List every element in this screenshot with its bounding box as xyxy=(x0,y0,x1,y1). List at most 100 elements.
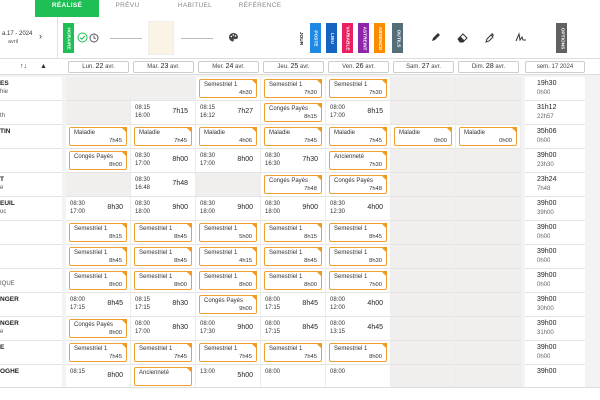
clock-icon[interactable] xyxy=(89,33,99,45)
absence-box[interactable]: Semestriel 1 7h45 xyxy=(264,343,322,362)
day-header[interactable]: Mar. 23 avr. xyxy=(133,61,194,73)
absence-box[interactable]: Maladie 7h45 xyxy=(264,127,322,146)
day-cell[interactable]: Semestriel 1 8h45 xyxy=(326,221,391,245)
day-cell[interactable]: Semestriel 1 8h30 xyxy=(326,245,391,269)
absence-box[interactable]: Semestriel 1 8h00 xyxy=(134,271,192,290)
absence-box[interactable]: Congés Payés 7h48 xyxy=(264,175,322,194)
day-cell[interactable]: Semestriel 1 4h30 xyxy=(196,77,261,101)
absence-box[interactable]: Congés Payés 8h15 xyxy=(264,103,322,122)
day-header[interactable]: Lun. 22 avr. xyxy=(68,61,129,73)
absence-box[interactable]: Congés Payés 7h48 xyxy=(329,175,387,194)
day-cell[interactable] xyxy=(456,197,521,221)
day-cell[interactable]: 08:00 17:15 8h45 xyxy=(261,293,326,317)
absence-box[interactable]: Ancienneté xyxy=(134,367,192,386)
absence-box[interactable]: Semestriel 1 8h45 xyxy=(134,223,192,242)
tab-habituel[interactable]: HABITUEL xyxy=(165,0,225,17)
options-button[interactable]: OPTIONS xyxy=(556,23,567,53)
day-cell[interactable]: Congés Payés 9h00 xyxy=(196,293,261,317)
day-cell[interactable] xyxy=(456,221,521,245)
day-cell[interactable]: Semestriel 1 8h45 xyxy=(66,245,131,269)
day-cell[interactable] xyxy=(66,77,131,101)
warning-icon[interactable]: ▲ xyxy=(40,63,47,70)
day-cell[interactable]: Semestriel 1 8h15 xyxy=(261,221,326,245)
absence-button[interactable]: ABSENCE xyxy=(374,23,385,53)
absence-box[interactable]: Congés Payés 9h00 xyxy=(199,295,257,314)
absence-box[interactable]: Semestriel 1 8h45 xyxy=(134,247,192,266)
employee-name-cell[interactable]: Te xyxy=(0,173,62,197)
day-cell[interactable]: Semestriel 1 7h45 xyxy=(196,341,261,365)
signature-icon[interactable] xyxy=(515,32,527,45)
employee-name-cell[interactable]: E xyxy=(0,341,62,365)
next-week-chevron-icon[interactable]: › xyxy=(39,31,42,41)
absence-box[interactable]: Semestriel 1 7h45 xyxy=(69,343,127,362)
employee-name-cell[interactable]: IQUE xyxy=(0,269,62,293)
day-cell[interactable] xyxy=(391,269,456,293)
employee-name-cell[interactable]: OGHE xyxy=(0,365,62,387)
day-cell[interactable]: Semestriel 1 8h45 xyxy=(261,245,326,269)
day-cell[interactable]: 08:30 18:00 9h00 xyxy=(261,197,326,221)
day-cell[interactable]: Semestriel 1 4h15 xyxy=(196,245,261,269)
day-cell[interactable]: Congés Payés 8h00 xyxy=(66,149,131,173)
day-cell[interactable]: Semestriel 1 8h45 xyxy=(131,221,196,245)
day-cell[interactable]: 08:30 18:00 9h00 xyxy=(196,197,261,221)
day-cell[interactable]: Semestriel 1 8h15 xyxy=(66,221,131,245)
day-cell[interactable]: 08:00 17:00 8h15 xyxy=(326,101,391,125)
absence-box[interactable]: Semestriel 1 8h45 xyxy=(329,223,387,242)
day-cell[interactable]: Ancienneté 7h30 xyxy=(326,149,391,173)
absence-box[interactable]: Maladie 7h45 xyxy=(134,127,192,146)
day-cell[interactable] xyxy=(456,341,521,365)
day-cell[interactable]: Semestriel 1 8h00 xyxy=(326,341,391,365)
day-cell[interactable]: Congés Payés 8h15 xyxy=(261,101,326,125)
check-icon[interactable] xyxy=(77,32,88,45)
employee-name-cell[interactable]: TIN xyxy=(0,125,62,149)
day-header[interactable]: Mer. 24 avr. xyxy=(198,61,259,73)
day-cell[interactable]: 08:00 xyxy=(261,365,326,387)
absence-box[interactable]: Semestriel 1 4h30 xyxy=(199,79,257,98)
absence-box[interactable]: Semestriel 1 8h45 xyxy=(69,247,127,266)
day-header[interactable]: Jeu. 25 avr. xyxy=(263,61,324,73)
day-cell[interactable] xyxy=(456,245,521,269)
day-cell[interactable]: 08:15 16:00 7h15 xyxy=(131,101,196,125)
day-cell[interactable]: 08:00 17:15 8h45 xyxy=(261,317,326,341)
absence-box[interactable]: Congés Payés 8h00 xyxy=(69,319,127,338)
day-header[interactable]: Sam. 27 avr. xyxy=(393,61,454,73)
day-cell[interactable]: Maladie 7h45 xyxy=(131,125,196,149)
day-cell[interactable]: 08:30 18:00 9h00 xyxy=(131,197,196,221)
lieu-button[interactable]: LIEU xyxy=(326,23,337,53)
employee-name-cell[interactable]: EUIL uc xyxy=(0,197,62,221)
outils-button[interactable]: OUTILS xyxy=(392,23,403,53)
absence-box[interactable]: Semestriel 1 8h30 xyxy=(329,247,387,266)
absence-box[interactable]: Semestriel 1 7h00 xyxy=(329,271,387,290)
day-cell[interactable]: 08:00 17:00 8h30 xyxy=(131,317,196,341)
day-header[interactable]: Dim. 28 avr. xyxy=(458,61,519,73)
tab-realise[interactable]: RÉALISÉ xyxy=(35,0,99,17)
day-cell[interactable]: Semestriel 1 7h45 xyxy=(261,341,326,365)
day-cell[interactable]: Ancienneté xyxy=(131,365,196,387)
absence-box[interactable]: Ancienneté 7h30 xyxy=(329,151,387,170)
day-cell[interactable]: 13:00 5h00 xyxy=(196,365,261,387)
day-cell[interactable] xyxy=(391,293,456,317)
absence-box[interactable]: Semestriel 1 8h00 xyxy=(69,271,127,290)
day-cell[interactable] xyxy=(391,101,456,125)
day-cell[interactable] xyxy=(456,269,521,293)
employee-name-cell[interactable] xyxy=(0,245,62,269)
day-cell[interactable] xyxy=(391,365,456,387)
day-cell[interactable]: 08:00 17:30 9h00 xyxy=(196,317,261,341)
employee-name-cell[interactable] xyxy=(0,149,62,173)
day-cell[interactable] xyxy=(391,245,456,269)
day-cell[interactable] xyxy=(391,149,456,173)
employee-name-cell[interactable]: NGER e xyxy=(0,317,62,341)
day-cell[interactable]: Semestriel 1 8h00 xyxy=(66,269,131,293)
absence-box[interactable]: Maladie 7h45 xyxy=(69,127,127,146)
day-cell[interactable]: Maladie 7h45 xyxy=(66,125,131,149)
day-cell[interactable] xyxy=(66,173,131,197)
absence-box[interactable]: Semestriel 1 8h00 xyxy=(199,271,257,290)
day-cell[interactable]: 08:30 16:30 7h30 xyxy=(261,149,326,173)
horaire-button[interactable]: HORAIRE xyxy=(63,23,74,53)
day-cell[interactable] xyxy=(456,317,521,341)
day-cell[interactable]: Maladie 7h45 xyxy=(326,125,391,149)
day-cell[interactable]: Semestriel 1 7h45 xyxy=(131,341,196,365)
eraser-icon[interactable] xyxy=(457,32,468,45)
day-cell[interactable]: 08:15 16:12 7h27 xyxy=(196,101,261,125)
employee-name-cell[interactable]: th xyxy=(0,101,62,125)
